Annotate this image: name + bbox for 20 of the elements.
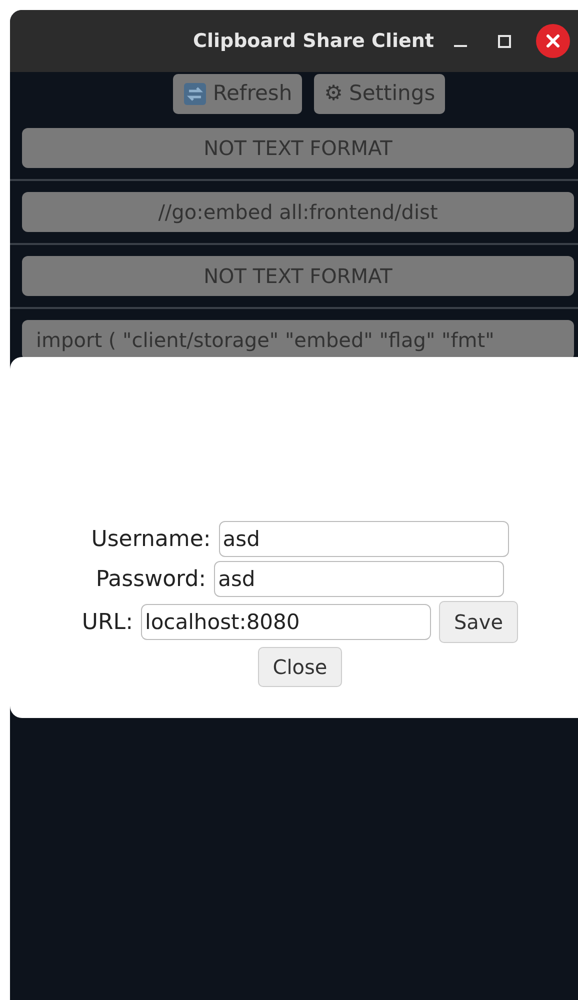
maximize-icon [498,34,510,48]
input-field[interactable]: asd [218,521,509,557]
save-button[interactable]: Save [438,601,518,643]
refresh-icon [182,82,207,106]
clip-item[interactable]: import ( "client/storage" "embed" "flag" "fmt" [22,320,574,360]
clip-item[interactable]: NOT TEXT FORMAT [22,128,574,168]
close-dialog-button[interactable]: Close [258,647,342,687]
input-field[interactable]: localhost:8080 [140,604,431,640]
field-label: URL: [82,608,133,636]
refresh-button[interactable]: Refresh [172,74,302,114]
field-label: Username: [91,526,211,554]
minimize-icon [454,45,466,47]
close-icon [545,33,561,49]
close-button[interactable] [536,24,570,58]
settings-button[interactable]: ⚙ Settings [314,74,446,114]
window-title: Clipboard Share Client [193,28,434,54]
clip-item[interactable]: //go:embed all:frontend/dist [22,192,574,232]
field-label: Password: [96,566,206,594]
clip-item[interactable]: NOT TEXT FORMAT [22,256,574,296]
input-field[interactable]: asd [214,561,504,597]
